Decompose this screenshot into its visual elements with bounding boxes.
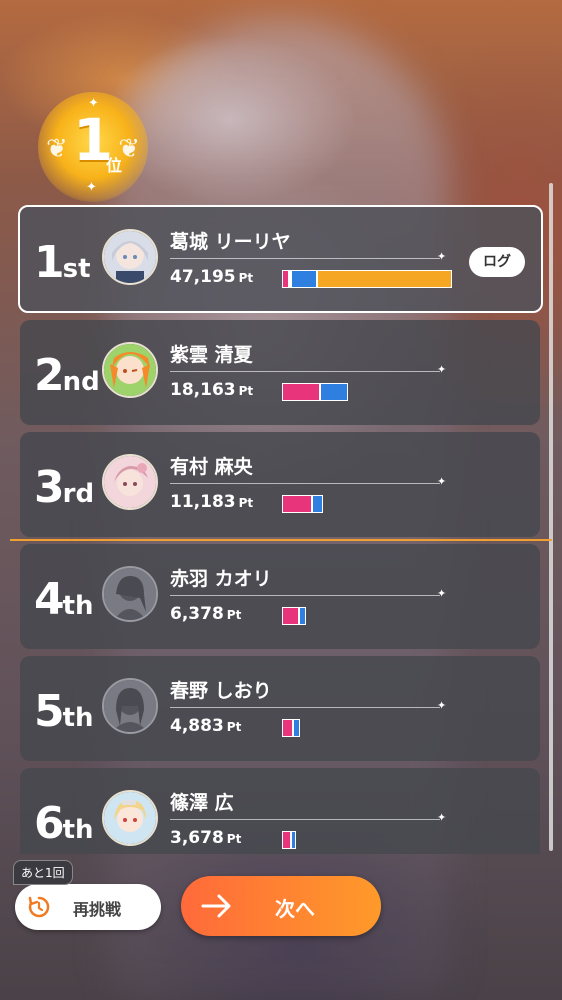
place-label: 4th: [34, 574, 94, 625]
score-bar: [282, 270, 452, 288]
place-label: 6th: [34, 798, 94, 849]
retry-button[interactable]: 再挑戦: [15, 884, 161, 930]
ranking-card-1[interactable]: 1st 葛城 リーリヤ ✦ 47,195 Pt ログ: [18, 205, 543, 313]
points-value: 6,378 Pt: [170, 604, 242, 624]
ranking-card-2: 2nd 紫雲 清夏 ✦ 18,163 Pt: [20, 320, 540, 425]
player-name: 紫雲 清夏: [170, 344, 253, 366]
badge-kanji: 位: [106, 156, 123, 175]
arrow-right-icon: [201, 892, 233, 924]
points-value: 4,883 Pt: [170, 716, 242, 736]
sparkle-icon: ✦: [437, 699, 447, 712]
ranking-card-6: 6th 篠澤 広 ✦ 3,678 Pt: [20, 768, 540, 854]
avatar: [102, 790, 158, 846]
player-name: 篠澤 広: [170, 792, 234, 814]
retry-clock-icon: [27, 895, 51, 923]
next-label: 次へ: [275, 897, 315, 921]
place-label: 1st: [34, 237, 91, 288]
place-label: 5th: [34, 686, 94, 737]
log-button[interactable]: ログ: [469, 247, 525, 277]
badge-number: 1: [72, 106, 114, 174]
scrollbar[interactable]: [549, 183, 553, 851]
avatar: [102, 342, 158, 398]
score-bar: [282, 495, 323, 513]
score-bar: [282, 383, 348, 401]
divider-line: [170, 819, 440, 820]
first-place-badge: ❦ ❦ ✦ ✦ 1 位: [38, 92, 148, 202]
avatar-silhouette: [102, 566, 158, 622]
player-name: 葛城 リーリヤ: [170, 231, 291, 253]
place-label: 3rd: [34, 462, 95, 513]
score-bar: [282, 607, 306, 625]
player-name: 有村 麻央: [170, 456, 253, 478]
place-label: 2nd: [34, 350, 100, 401]
avatar: [102, 454, 158, 510]
sparkle-icon: ✦: [86, 180, 97, 195]
rank-cutoff-line: [10, 539, 552, 541]
score-bar: [282, 831, 296, 849]
sparkle-icon: ✦: [437, 363, 447, 376]
points-value: 11,183 Pt: [170, 492, 254, 512]
points-value: 47,195 Pt: [170, 267, 254, 287]
sparkle-icon: ✦: [437, 587, 447, 600]
sparkle-icon: ✦: [437, 811, 447, 824]
points-value: 18,163 Pt: [170, 380, 254, 400]
player-name: 赤羽 カオリ: [170, 568, 272, 590]
next-button[interactable]: 次へ: [181, 876, 381, 936]
ranking-card-4: 4th 赤羽 カオリ ✦ 6,378 Pt: [20, 544, 540, 649]
avatar: [102, 229, 158, 285]
retry-count-badge: あと1回: [13, 860, 73, 885]
ranking-card-3: 3rd 有村 麻央 ✦ 11,183 Pt: [20, 432, 540, 537]
sparkle-icon: ✦: [437, 250, 447, 263]
divider-line: [170, 707, 440, 708]
player-name: 春野 しおり: [170, 680, 272, 702]
divider-line: [170, 371, 440, 372]
divider-line: [170, 258, 440, 259]
divider-line: [170, 595, 440, 596]
divider-line: [170, 483, 440, 484]
score-bar: [282, 719, 300, 737]
ranking-card-5: 5th 春野 しおり ✦ 4,883 Pt: [20, 656, 540, 761]
retry-label: 再挑戦: [73, 900, 122, 919]
points-value: 3,678 Pt: [170, 828, 242, 848]
sparkle-icon: ✦: [437, 475, 447, 488]
avatar-silhouette: [102, 678, 158, 734]
